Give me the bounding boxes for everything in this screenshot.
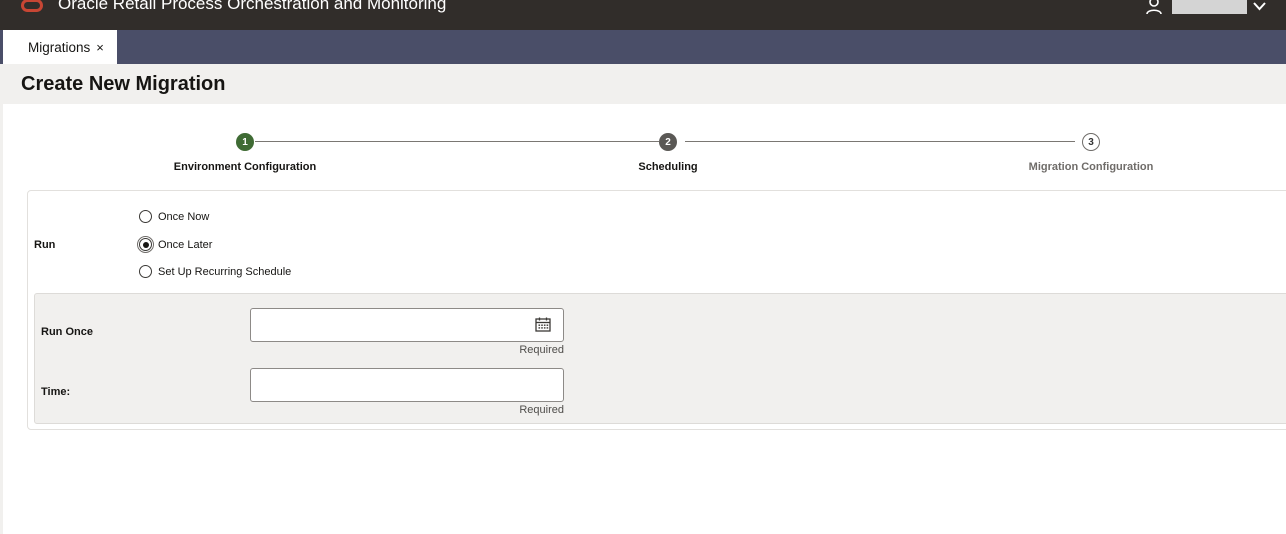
step-2-indicator[interactable]: 2 — [659, 133, 677, 151]
left-edge — [0, 64, 3, 534]
tab-bar: Migrations × — [0, 30, 1286, 64]
radio-once-later[interactable]: Once Later — [137, 236, 213, 253]
person-icon[interactable] — [1145, 0, 1163, 15]
time-input[interactable] — [250, 368, 564, 402]
radio-once-now[interactable]: Once Now — [139, 210, 209, 223]
user-name-redacted[interactable] — [1172, 0, 1247, 14]
run-once-date-input[interactable] — [250, 308, 564, 342]
app-header: Oracle Retail Process Orchestration and … — [0, 0, 1286, 30]
close-icon[interactable]: × — [96, 40, 104, 55]
page-title-band: Create New Migration — [3, 64, 1286, 104]
chevron-down-icon[interactable] — [1253, 2, 1266, 11]
step-1-indicator[interactable]: 1 — [236, 133, 254, 151]
radio-recurring-schedule[interactable]: Set Up Recurring Schedule — [139, 265, 291, 278]
step-3-label[interactable]: Migration Configuration — [1029, 161, 1154, 173]
run-label: Run — [34, 239, 56, 251]
page-title: Create New Migration — [21, 73, 226, 95]
tab-label: Migrations — [28, 39, 91, 55]
tab-migrations[interactable]: Migrations × — [3, 30, 117, 64]
run-once-required-hint: Required — [519, 344, 564, 356]
run-once-label: Run Once — [41, 326, 93, 338]
time-required-hint: Required — [519, 404, 564, 416]
radio-button[interactable] — [139, 210, 152, 223]
step-3-indicator[interactable]: 3 — [1082, 133, 1100, 151]
calendar-icon[interactable] — [535, 317, 551, 332]
radio-label: Set Up Recurring Schedule — [158, 265, 292, 278]
radio-label: Once Later — [158, 238, 213, 251]
step-2-label[interactable]: Scheduling — [638, 161, 697, 173]
step-1-label[interactable]: Environment Configuration — [174, 161, 316, 173]
oracle-logo-icon — [21, 0, 43, 12]
radio-button[interactable] — [139, 265, 152, 278]
radio-button-selected[interactable] — [137, 236, 154, 253]
run-once-panel — [34, 293, 1286, 424]
time-label: Time: — [41, 386, 71, 398]
app-title: Oracle Retail Process Orchestration and … — [58, 0, 447, 13]
train-connector — [255, 141, 659, 142]
train-connector — [685, 141, 1075, 142]
radio-label: Once Now — [158, 210, 210, 223]
